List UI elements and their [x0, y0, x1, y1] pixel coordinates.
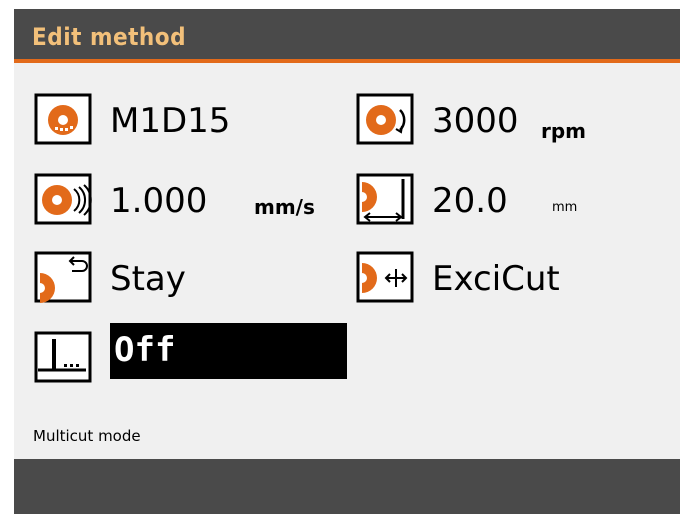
length-value[interactable]: 20.0 — [432, 181, 508, 221]
wheel-rotation-icon — [356, 93, 414, 145]
help-text: Multicut mode — [33, 427, 141, 445]
cut-length-icon — [356, 173, 414, 225]
cut-mode-value[interactable]: ExciCut — [432, 259, 560, 299]
feed-rate-icon — [34, 173, 92, 225]
window-title: Edit method — [32, 23, 187, 51]
feed-value[interactable]: 1.000 — [110, 181, 207, 221]
screen: Edit method M1D15 3000 rpm 1.000 mm/s 20… — [14, 9, 680, 514]
feed-unit: mm/s — [254, 195, 315, 219]
multicut-value: Off — [114, 330, 176, 370]
multicut-field[interactable]: Off — [110, 323, 347, 379]
title-bar: Edit method — [14, 9, 680, 63]
multicut-icon — [34, 331, 92, 383]
bottom-bar — [14, 459, 680, 514]
wheel-name-value[interactable]: M1D15 — [110, 101, 230, 141]
length-unit: mm — [552, 200, 578, 215]
wheel-icon — [34, 93, 92, 145]
exci-cut-icon — [356, 251, 414, 303]
method-panel: M1D15 3000 rpm 1.000 mm/s 20.0 mm Stay E… — [14, 63, 680, 459]
speed-unit: rpm — [541, 119, 587, 143]
return-position-icon — [34, 251, 92, 303]
speed-value[interactable]: 3000 — [432, 101, 519, 141]
end-position-value[interactable]: Stay — [110, 259, 186, 299]
